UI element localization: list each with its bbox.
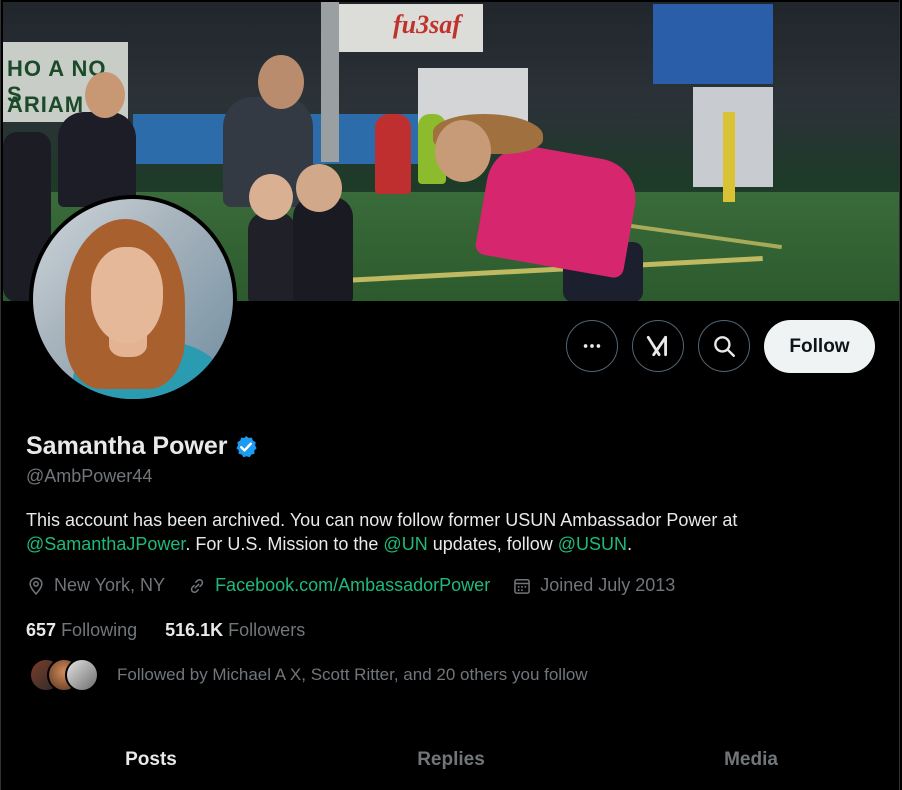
followers-count: 516.1K [165, 620, 224, 640]
tab-posts[interactable]: Posts [1, 730, 301, 790]
bio-text: . [627, 534, 633, 554]
bio-text: . For U.S. Mission to the [185, 534, 384, 554]
mention-link[interactable]: @SamanthaJPower [26, 534, 185, 554]
banner-person-head [85, 72, 125, 118]
grok-button[interactable] [632, 320, 684, 372]
link-icon [190, 578, 204, 593]
website-link[interactable]: Facebook.com/AmbassadorPower [215, 575, 490, 596]
followed-by[interactable]: Followed by Michael A X, Scott Ritter, a… [29, 658, 588, 692]
followed-by-avatars [29, 658, 101, 692]
calendar-icon [514, 578, 531, 594]
mention-link[interactable]: @USUN [558, 534, 627, 554]
join-date-text: Joined July 2013 [540, 575, 676, 595]
profile-bio: This account has been archived. You can … [26, 508, 846, 556]
display-name: Samantha Power [26, 432, 228, 460]
following-link[interactable]: 657 Following [26, 620, 137, 641]
banner-sign-top: fu3saf [338, 4, 483, 52]
name-row: Samantha Power [26, 432, 259, 461]
location: New York, NY [26, 575, 165, 596]
profile-meta: New York, NY Facebook.com/AmbassadorPowe… [26, 575, 697, 596]
banner-person [375, 114, 411, 194]
banner-person [58, 112, 136, 207]
sign-text: fu3saf [393, 10, 461, 39]
verified-badge-icon[interactable] [233, 434, 259, 460]
follow-stats: 657 Following 516.1K Followers [26, 620, 333, 641]
followers-link[interactable]: 516.1K Followers [165, 620, 305, 641]
more-button[interactable] [566, 320, 618, 372]
bio-text: updates, follow [427, 534, 558, 554]
search-button[interactable] [698, 320, 750, 372]
avatar-image [33, 199, 233, 399]
join-date: Joined July 2013 [512, 575, 675, 596]
grok-icon [646, 335, 667, 357]
banner-person [248, 212, 296, 301]
profile-tabs: Posts Replies Media [1, 730, 901, 790]
banner-person-head [435, 120, 491, 182]
user-handle: @AmbPower44 [26, 466, 153, 486]
bio-text: This account has been archived. You can … [26, 510, 738, 530]
followed-by-text: Followed by Michael A X, Scott Ritter, a… [117, 665, 588, 684]
tab-replies[interactable]: Replies [301, 730, 601, 790]
avatar [65, 658, 99, 692]
banner-building [653, 4, 773, 84]
mention-link[interactable]: @UN [383, 534, 427, 554]
profile-page: HO A NO S ARIAM fu3saf Follow Samantha P… [0, 0, 900, 790]
banner-person-head [258, 55, 304, 109]
avatar-face [91, 247, 163, 343]
location-pin-icon [29, 576, 43, 595]
ellipsis-icon [583, 344, 601, 348]
profile-avatar[interactable] [29, 195, 237, 403]
follow-button[interactable]: Follow [764, 320, 875, 373]
banner-person [293, 197, 353, 301]
search-icon [714, 336, 735, 357]
banner-pole [321, 2, 339, 162]
banner-person-head [249, 174, 293, 220]
following-count: 657 [26, 620, 57, 640]
tab-media[interactable]: Media [601, 730, 901, 790]
location-text: New York, NY [54, 575, 166, 595]
followers-label: Followers [228, 620, 306, 640]
banner-pole [723, 112, 735, 202]
banner-person-head [296, 164, 342, 212]
following-label: Following [61, 620, 138, 640]
website: Facebook.com/AmbassadorPower [187, 575, 490, 596]
